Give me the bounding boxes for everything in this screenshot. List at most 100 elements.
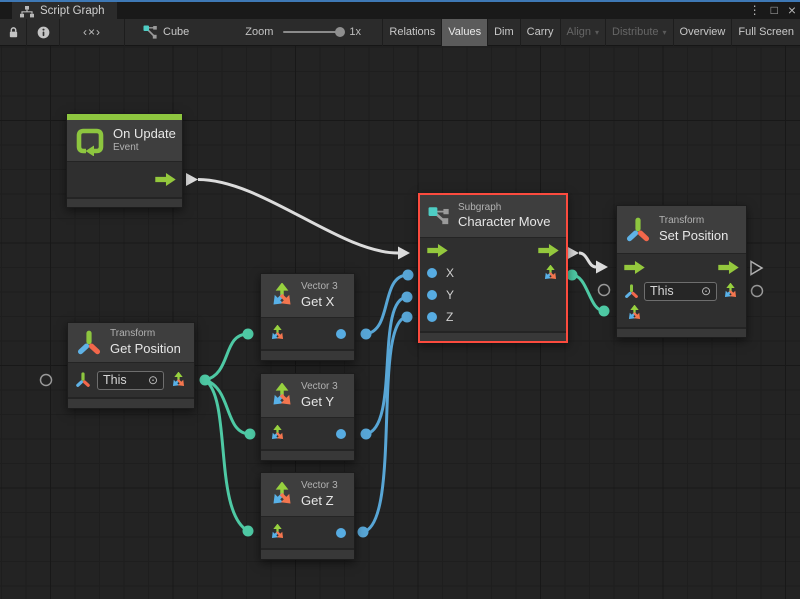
- port-row-y: Y: [420, 284, 566, 306]
- node-get-y[interactable]: Vector 3 Get Y: [260, 373, 355, 461]
- vector3-input-icon[interactable]: [626, 305, 643, 322]
- lock-button[interactable]: [0, 19, 26, 46]
- relations-button[interactable]: Relations: [383, 19, 441, 46]
- menu-icon[interactable]: ⋮: [749, 2, 761, 18]
- close-icon[interactable]: ×: [788, 2, 796, 18]
- object-picker-icon[interactable]: ⊙: [701, 285, 711, 297]
- node-title: Get Z: [301, 493, 338, 509]
- value-output-dot[interactable]: [336, 429, 346, 439]
- carry-button[interactable]: Carry: [521, 19, 560, 46]
- code-preview-button[interactable]: ‹×›: [60, 19, 124, 46]
- overview-button[interactable]: Overview: [674, 19, 732, 46]
- node-get-position[interactable]: Transform Get Position This ⊙: [67, 322, 195, 409]
- value-port-row: [617, 302, 746, 324]
- flow-arrow-icon[interactable]: [155, 173, 176, 186]
- flow-ports-row: [420, 238, 566, 262]
- value-input-port-get-x[interactable]: [243, 329, 254, 340]
- graph-canvas[interactable]: On Update Event Transform Get Position: [0, 46, 800, 599]
- node-get-z[interactable]: Vector 3 Get Z: [260, 472, 355, 560]
- z-input-port-character-move[interactable]: [402, 312, 413, 323]
- y-input-port-character-move[interactable]: [402, 292, 413, 303]
- flow-input-port-set-position[interactable]: [596, 261, 608, 274]
- flow-input-arrow-icon[interactable]: [427, 244, 448, 257]
- node-get-x[interactable]: Vector 3 Get X: [260, 273, 355, 361]
- node-body: [67, 162, 182, 197]
- node-subtitle: Vector 3: [301, 381, 338, 394]
- this-port-row: This ⊙: [617, 280, 746, 302]
- node-title: Get Y: [301, 394, 338, 410]
- object-field-value: This: [103, 373, 127, 387]
- flow-input-port-character-move[interactable]: [398, 247, 410, 260]
- flow-input-arrow-icon[interactable]: [624, 261, 645, 274]
- window-focus-line: [0, 0, 800, 2]
- script-graph-icon: [20, 5, 34, 17]
- vector3-output-icon[interactable]: [542, 265, 559, 282]
- port-label: Z: [446, 310, 453, 324]
- tab-script-graph[interactable]: Script Graph: [12, 2, 117, 19]
- node-header: Subgraph Character Move: [420, 195, 566, 238]
- transform-icon: [76, 330, 102, 356]
- object-picker-icon[interactable]: ⊙: [148, 374, 158, 386]
- node-header: On Update Event: [67, 120, 182, 162]
- port-row-x: X: [420, 262, 566, 284]
- flow-output-port-on-update[interactable]: [186, 173, 198, 186]
- value-output-port-set-position[interactable]: [752, 286, 763, 297]
- value-input-dot[interactable]: [427, 312, 437, 322]
- value-input-port-get-z[interactable]: [243, 526, 254, 537]
- transform-icon: [625, 217, 651, 243]
- object-field-value: This: [650, 284, 674, 298]
- value-input-port-set-position[interactable]: [599, 306, 610, 317]
- value-output-dot[interactable]: [336, 329, 346, 339]
- node-title: Set Position: [659, 228, 728, 244]
- vector3-input-icon[interactable]: [269, 325, 286, 342]
- vector3-input-icon[interactable]: [269, 524, 286, 541]
- graph-breadcrumb[interactable]: Cube: [143, 25, 189, 39]
- node-footer: [261, 349, 354, 360]
- align-dropdown[interactable]: Align▾: [561, 19, 605, 46]
- value-output-dot[interactable]: [336, 528, 346, 538]
- wire-getposition-getx: [205, 334, 248, 380]
- value-input-dot[interactable]: [427, 268, 437, 278]
- flow-output-port-set-position[interactable]: [751, 262, 762, 275]
- flow-output-port-character-move[interactable]: [567, 247, 579, 260]
- node-title: On Update: [113, 126, 176, 142]
- transform-port-icon[interactable]: [75, 372, 91, 388]
- node-body: [261, 318, 354, 349]
- flow-output-arrow-icon[interactable]: [718, 261, 739, 274]
- update-loop-icon: [75, 126, 105, 156]
- node-header: Vector 3 Get Z: [261, 473, 354, 517]
- subgraph-icon: [428, 206, 450, 226]
- distribute-dropdown[interactable]: Distribute▾: [606, 19, 672, 46]
- inspector-button[interactable]: [27, 19, 59, 46]
- vector3-output-icon[interactable]: [170, 372, 187, 389]
- x-input-port-character-move[interactable]: [403, 270, 414, 281]
- vector3-output-icon[interactable]: [722, 283, 739, 300]
- zoom-slider[interactable]: [283, 31, 340, 33]
- vector3-icon: [269, 283, 295, 309]
- node-title: Get X: [301, 294, 338, 310]
- node-subtitle: Vector 3: [301, 281, 338, 294]
- values-button[interactable]: Values: [442, 19, 487, 46]
- flow-output-arrow-icon[interactable]: [538, 244, 559, 257]
- value-input-port-get-y[interactable]: [245, 429, 256, 440]
- this-object-field[interactable]: This ⊙: [97, 371, 164, 390]
- chevron-down-icon: ▾: [663, 28, 667, 37]
- value-input-dot[interactable]: [427, 290, 437, 300]
- graph-name: Cube: [163, 26, 189, 38]
- this-input-port-get-position[interactable]: [41, 375, 52, 386]
- this-input-port-set-position[interactable]: [599, 285, 610, 296]
- maximize-icon[interactable]: □: [771, 2, 778, 18]
- node-footer: [67, 197, 182, 207]
- node-character-move[interactable]: Subgraph Character Move X Y Z: [418, 193, 568, 343]
- transform-port-icon[interactable]: [624, 284, 639, 299]
- vector3-input-icon[interactable]: [269, 425, 286, 442]
- full-screen-button[interactable]: Full Screen: [732, 19, 800, 46]
- node-set-position[interactable]: Transform Set Position This ⊙: [616, 205, 747, 338]
- this-object-field[interactable]: This ⊙: [644, 282, 717, 301]
- node-footer: [261, 548, 354, 559]
- zoom-slider-handle[interactable]: [335, 27, 345, 37]
- node-body: This ⊙: [68, 363, 194, 397]
- node-on-update[interactable]: On Update Event: [66, 113, 183, 208]
- node-header: Transform Get Position: [68, 323, 194, 363]
- dim-button[interactable]: Dim: [488, 19, 520, 46]
